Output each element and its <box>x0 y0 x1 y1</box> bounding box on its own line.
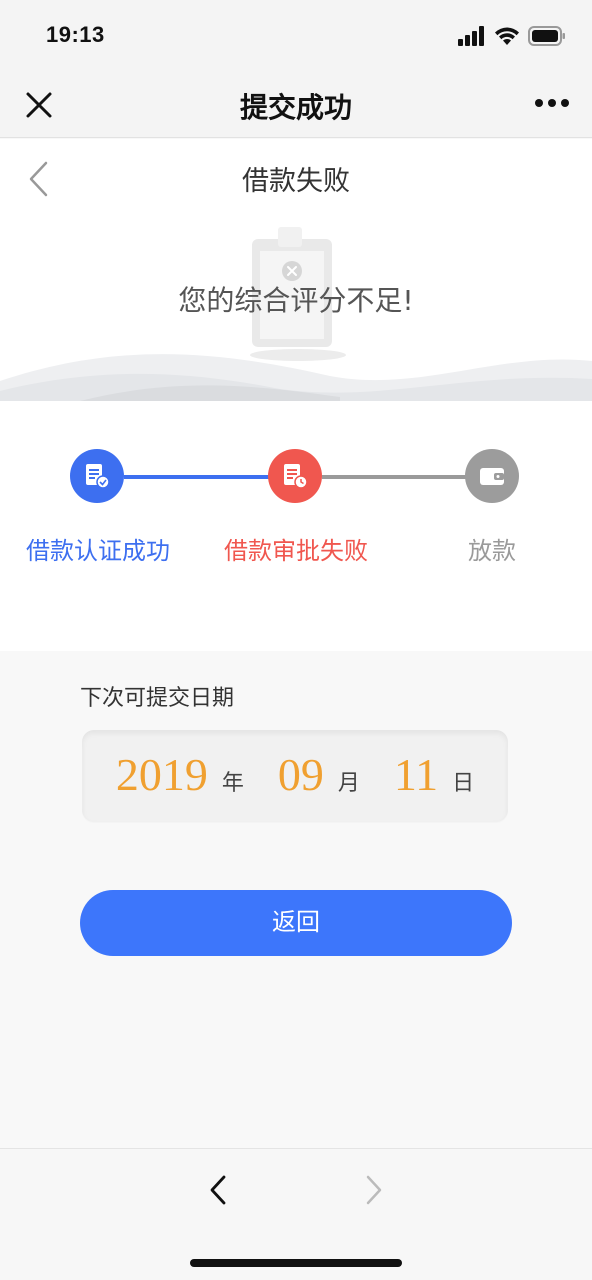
return-button[interactable]: 返回 <box>80 890 512 956</box>
nav-forward-icon[interactable] <box>362 1173 386 1207</box>
wifi-icon <box>495 27 519 45</box>
nav-back-icon[interactable] <box>206 1173 230 1207</box>
step-verification-circle <box>70 449 124 503</box>
date-year-unit: 年 <box>221 771 244 796</box>
battery-icon <box>528 26 565 46</box>
step-connector <box>322 475 468 479</box>
step-label-verification: 借款认证成功 <box>26 537 170 565</box>
next-submit-date: 2019 年 09 月 11 日 <box>82 730 508 822</box>
doc-check-icon <box>86 464 110 489</box>
date-month-unit: 月 <box>337 771 360 796</box>
status-bar: 19:13 <box>0 0 592 70</box>
signal-icon <box>458 26 484 46</box>
result-hero: 借款失败 您的综合评分不足! <box>0 139 592 401</box>
more-icon[interactable] <box>534 98 570 108</box>
wallet-icon <box>480 468 504 485</box>
failure-message: 您的综合评分不足! <box>178 284 414 317</box>
browser-bottom-bar <box>0 1148 592 1280</box>
home-indicator <box>190 1259 402 1267</box>
date-day: 11 <box>393 749 439 800</box>
hills-decoration <box>0 354 592 401</box>
date-year: 2019 <box>115 749 208 800</box>
next-submit-label: 下次可提交日期 <box>80 686 235 711</box>
doc-clock-icon <box>284 464 308 489</box>
page-title: 借款失败 <box>242 166 350 197</box>
status-icons <box>458 24 566 48</box>
wechat-title: 提交成功 <box>239 91 352 124</box>
step-label-approval: 借款审批失败 <box>224 537 368 565</box>
step-disbursement-circle <box>465 449 519 503</box>
date-month: 09 <box>277 749 324 800</box>
status-time: 19:13 <box>46 22 105 47</box>
loan-progress-steps: 借款认证成功 借款审批失败 放款 <box>0 401 592 651</box>
step-connector <box>124 475 270 479</box>
step-label-disbursement: 放款 <box>468 537 516 565</box>
wechat-title-bar: 提交成功 <box>0 70 592 138</box>
step-approval-circle <box>268 449 322 503</box>
date-day-unit: 日 <box>452 771 475 796</box>
